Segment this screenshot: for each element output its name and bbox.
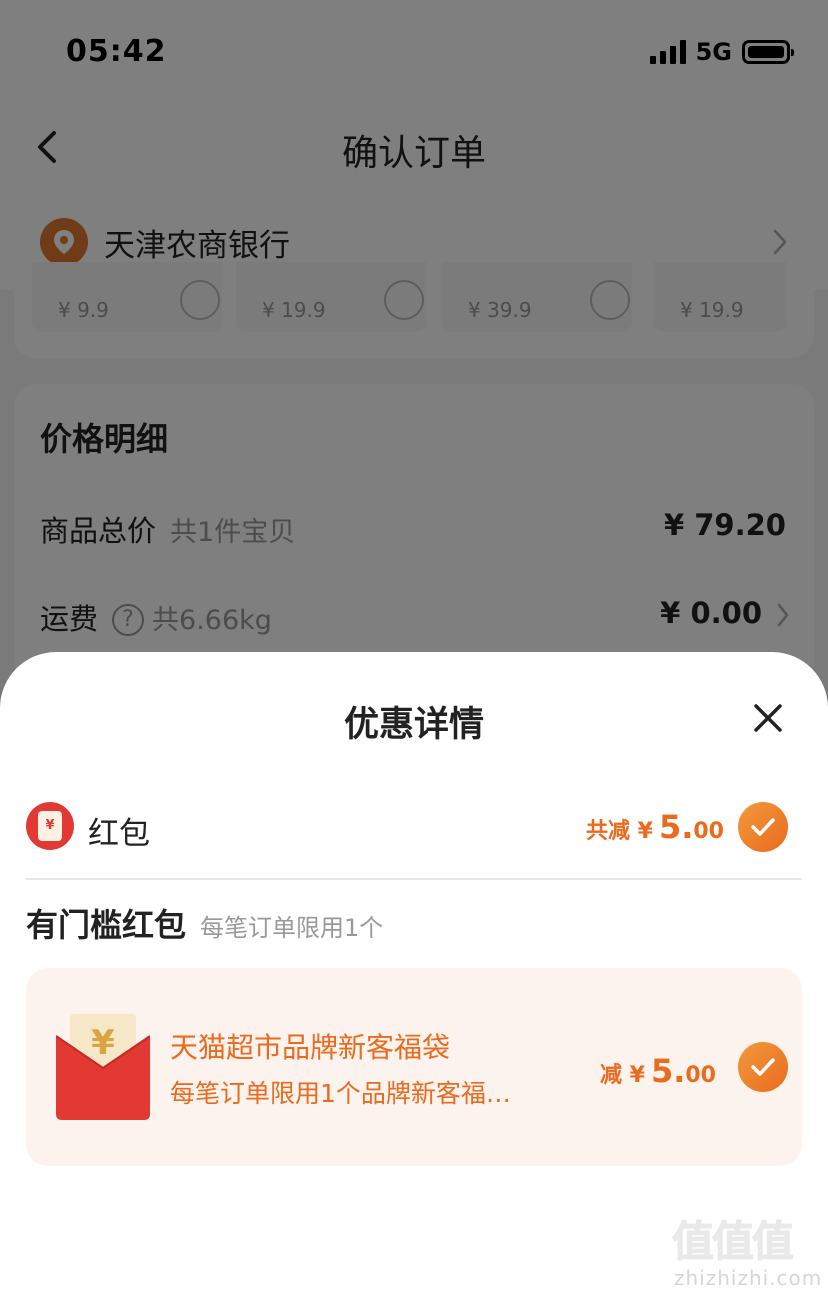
coupon-amount-int: 5. <box>650 1052 686 1090</box>
watermark-url: zhizhizhi.com <box>674 1266 823 1290</box>
total-prefix: 共减 ¥ <box>585 819 653 844</box>
red-packet-total: 共减 ¥5. 00 <box>586 808 724 846</box>
red-envelope-icon: ¥ <box>56 1014 150 1120</box>
threshold-header: 有门槛红包 每笔订单限用1个 <box>26 900 383 946</box>
threshold-label: 有门槛红包 <box>26 906 187 944</box>
coupon-title: 天猫超市品牌新客福袋 <box>170 1031 451 1064</box>
red-packet-icon: ¥ <box>26 802 74 850</box>
svg-text:¥: ¥ <box>91 1023 115 1063</box>
checked-icon[interactable] <box>738 802 788 852</box>
divider <box>26 878 802 880</box>
coupon-amount-dec: 00 <box>685 1063 716 1088</box>
close-icon[interactable] <box>748 698 788 738</box>
checked-icon[interactable] <box>738 1042 788 1092</box>
coupon-card[interactable]: ¥ 天猫超市品牌新客福袋 每笔订单限用1个品牌新客福… 减 ¥5. 00 <box>26 968 802 1166</box>
sheet-title: 优惠详情 <box>343 705 484 745</box>
discount-detail-sheet: 优惠详情 ¥ 红包 共减 ¥5. 00 有门槛红包 每笔订单限用1个 ¥ 天猫超市品… <box>0 652 828 1302</box>
watermark-logo: 值值值 <box>672 1217 794 1266</box>
coupon-desc: 每笔订单限用1个品牌新客福… <box>170 1079 511 1108</box>
coupon-amount: 减 ¥5. 00 <box>600 1052 716 1090</box>
threshold-sub: 每笔订单限用1个 <box>200 914 384 942</box>
total-amount-dec: 00 <box>693 819 724 844</box>
red-packet-label: 红包 <box>88 816 150 852</box>
total-amount-int: 5. <box>658 808 694 846</box>
watermark: 值值值 zhizhizhi.com <box>670 1208 823 1294</box>
red-packet-row[interactable]: ¥ 红包 共减 ¥5. 00 <box>26 802 802 854</box>
coupon-amount-prefix: 减 ¥ <box>599 1063 645 1088</box>
